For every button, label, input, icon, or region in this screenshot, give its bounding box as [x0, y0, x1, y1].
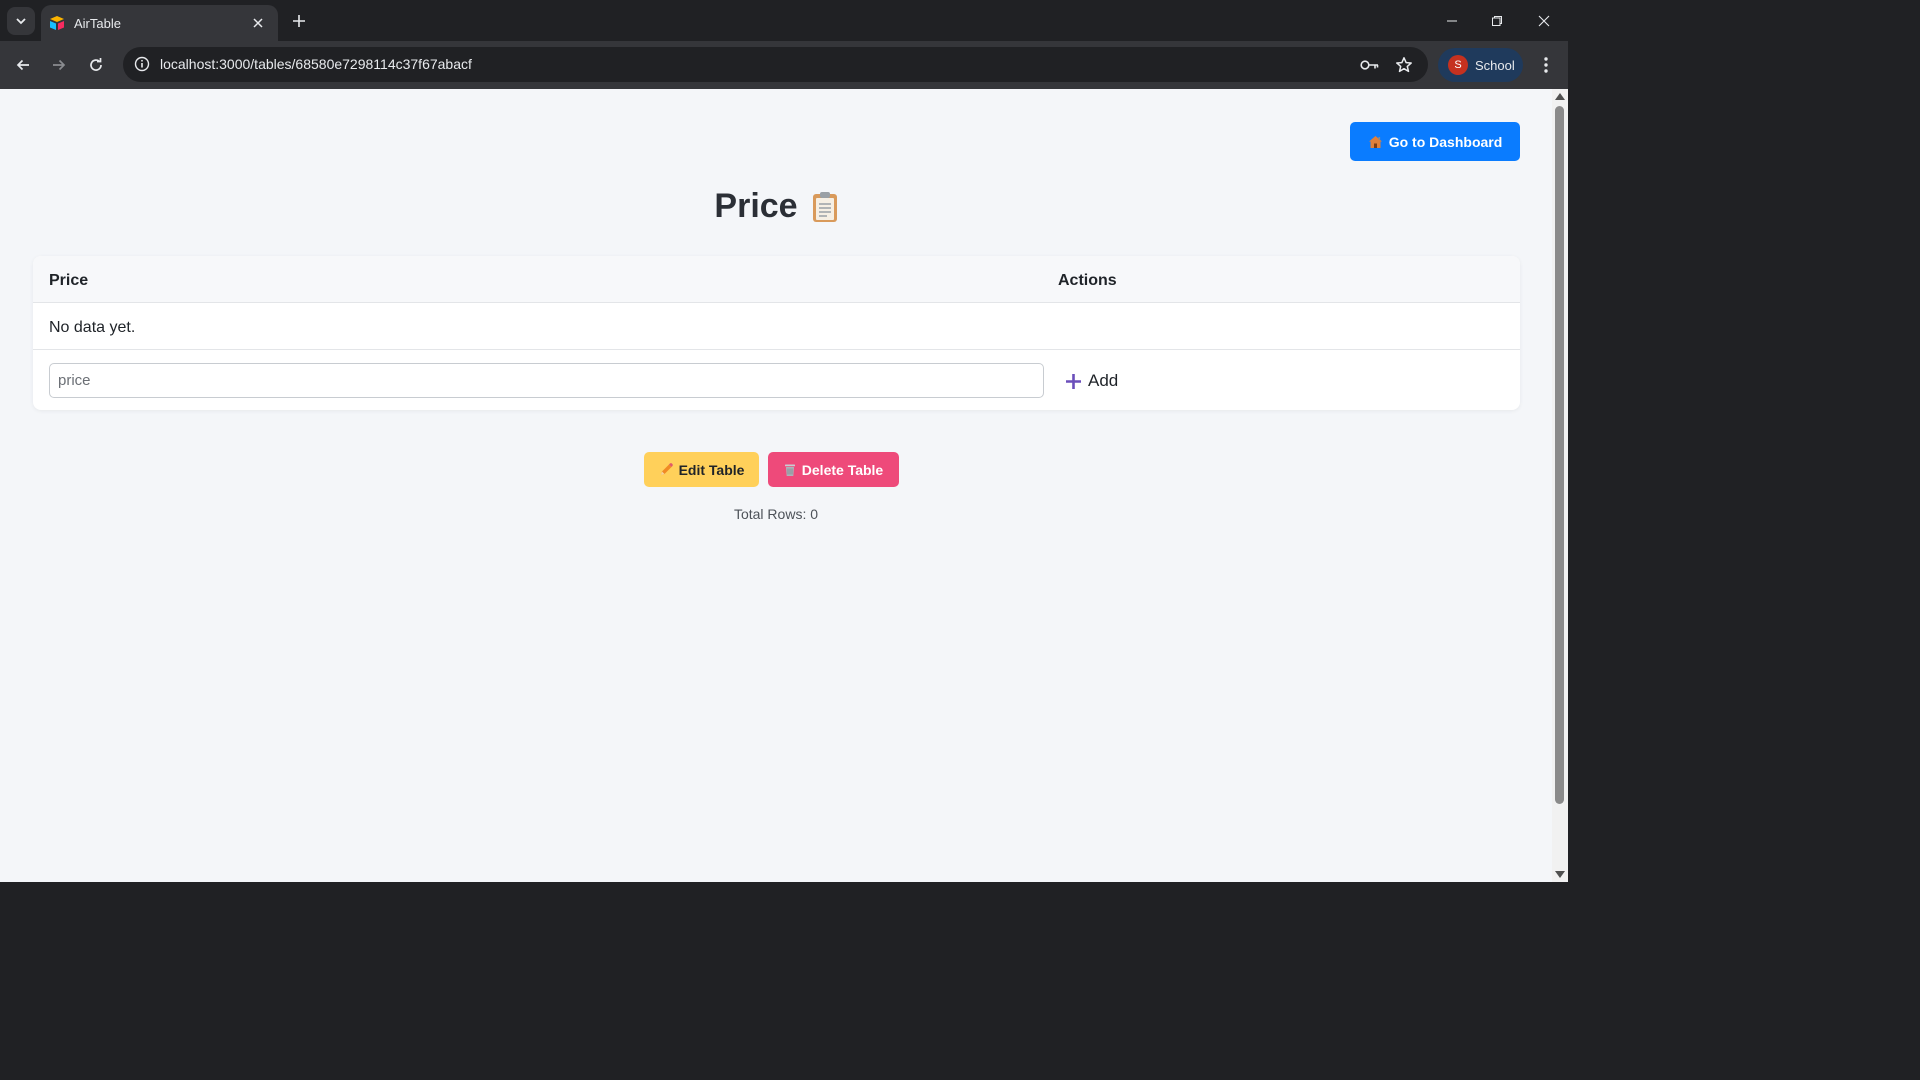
- back-button[interactable]: [8, 50, 38, 80]
- bookmark-star-icon[interactable]: [1393, 54, 1415, 76]
- arrow-left-icon: [16, 59, 29, 71]
- go-to-dashboard-button[interactable]: Go to Dashboard: [1350, 122, 1520, 161]
- reload-icon: [90, 58, 102, 71]
- minimize-button[interactable]: [1429, 0, 1475, 41]
- page-scrollbar[interactable]: [1552, 89, 1568, 882]
- profile-name: School: [1475, 57, 1515, 73]
- close-tab-icon[interactable]: [248, 13, 268, 33]
- url-text: localhost:3000/tables/68580e7298114c37f6…: [160, 56, 472, 72]
- airtable-favicon-icon: [50, 16, 64, 30]
- minimize-icon: [1447, 20, 1457, 21]
- tab-search-button[interactable]: [7, 7, 35, 35]
- edit-table-label: Edit Table: [678, 461, 745, 478]
- empty-message: No data yet.: [49, 319, 136, 336]
- site-info-icon[interactable]: [131, 53, 153, 75]
- close-window-button[interactable]: [1521, 0, 1567, 41]
- plus-icon: [1066, 373, 1081, 389]
- reload-button[interactable]: [81, 50, 111, 80]
- pencil-icon: [660, 462, 673, 475]
- browser-toolbar: localhost:3000/tables/68580e7298114c37f6…: [0, 41, 1568, 89]
- restore-button[interactable]: [1474, 0, 1520, 41]
- delete-table-label: Delete Table: [801, 461, 884, 478]
- scroll-down-arrow-icon[interactable]: [1555, 871, 1565, 878]
- browser-tab[interactable]: AirTable: [41, 5, 278, 41]
- column-header-actions: Actions: [1058, 272, 1117, 289]
- close-icon: [1538, 15, 1550, 26]
- add-button[interactable]: Add: [1065, 369, 1118, 393]
- browser-tab-strip: AirTable: [0, 0, 1568, 41]
- arrow-right-icon: [53, 59, 66, 71]
- password-key-icon[interactable]: [1359, 54, 1381, 76]
- forward-button[interactable]: [44, 50, 74, 80]
- new-tab-button[interactable]: [286, 8, 312, 34]
- data-table: Price Actions No data yet. Add: [33, 256, 1520, 410]
- table-header: Price Actions: [33, 256, 1520, 303]
- delete-table-button[interactable]: Delete Table: [768, 452, 899, 487]
- column-header-price: Price: [49, 272, 89, 289]
- go-to-dashboard-label: Go to Dashboard: [1388, 133, 1503, 150]
- avatar: S: [1448, 55, 1468, 75]
- chevron-down-icon: [16, 18, 26, 25]
- page-viewport: Go to Dashboard Price Price Actions No d…: [0, 89, 1552, 882]
- profile-button[interactable]: S School: [1438, 48, 1523, 82]
- wastebasket-icon: [784, 464, 795, 476]
- scroll-up-arrow-icon[interactable]: [1555, 93, 1565, 100]
- page-title: Price: [0, 187, 1552, 226]
- price-input[interactable]: [49, 363, 1044, 398]
- address-bar[interactable]: localhost:3000/tables/68580e7298114c37f6…: [123, 47, 1428, 82]
- browser-menu-button[interactable]: [1534, 52, 1558, 78]
- add-label: Add: [1088, 371, 1119, 390]
- restore-icon: [1492, 15, 1502, 26]
- plus-icon: [293, 15, 305, 27]
- add-row-form: Add: [33, 350, 1520, 410]
- edit-table-button[interactable]: Edit Table: [644, 452, 759, 487]
- total-rows-count: Total Rows: 0: [733, 506, 819, 522]
- more-vertical-icon: [1544, 57, 1548, 73]
- tab-title: AirTable: [74, 15, 121, 31]
- page-title-text: Price: [714, 187, 798, 225]
- scrollbar-thumb[interactable]: [1555, 106, 1564, 804]
- clipboard-icon: [812, 191, 837, 222]
- table-row: No data yet.: [33, 303, 1520, 350]
- home-icon: [1368, 135, 1382, 148]
